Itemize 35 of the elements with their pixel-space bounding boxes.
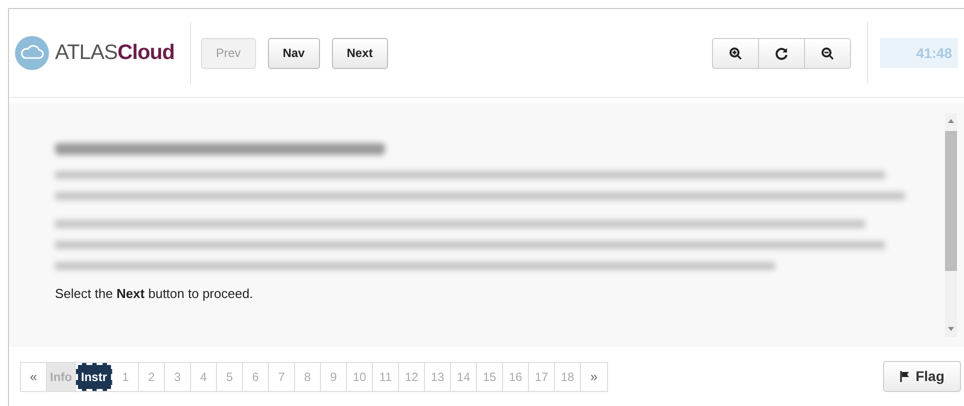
cloud-logo-icon [15, 36, 49, 70]
page-link[interactable]: 1 [113, 362, 140, 390]
last-page-link[interactable]: » [581, 362, 608, 390]
nav-button[interactable]: Next [332, 38, 388, 68]
scrollbar[interactable] [945, 113, 957, 337]
page-link[interactable]: 9 [321, 362, 348, 390]
zoom-in-icon [729, 46, 742, 60]
page-link[interactable]: 10 [347, 362, 374, 390]
flag-icon [900, 371, 910, 382]
page-link[interactable]: 7 [269, 362, 296, 390]
refresh-icon [775, 46, 788, 60]
zoom-out-icon [821, 46, 834, 60]
page-link[interactable]: 18 [555, 362, 582, 390]
page-link[interactable]: 3 [165, 362, 192, 390]
scrollbar-thumb[interactable] [945, 131, 957, 271]
page-link[interactable]: 6 [243, 362, 270, 390]
instruction-text: Select the Next button to proceed. [55, 285, 254, 303]
page-link[interactable]: 5 [217, 362, 244, 390]
page-link[interactable]: 12 [399, 362, 426, 390]
page-link[interactable]: 16 [503, 362, 530, 390]
page-link[interactable]: 11 [373, 362, 400, 390]
logo-text: ATLASCloud [55, 40, 174, 66]
page-link[interactable]: 2 [139, 362, 166, 390]
scroll-down-icon[interactable] [947, 325, 955, 333]
page-link[interactable]: 17 [529, 362, 556, 390]
page-link[interactable]: 13 [425, 362, 452, 390]
page-link[interactable]: Instr [76, 362, 114, 390]
page-link[interactable]: 4 [191, 362, 218, 390]
scroll-up-icon[interactable] [947, 117, 955, 125]
countdown-timer: 41:48 [880, 38, 958, 68]
page-link[interactable]: 8 [295, 362, 322, 390]
nav-button[interactable]: Nav [268, 38, 320, 68]
page-link[interactable]: 15 [477, 362, 504, 390]
flag-button[interactable]: Flag [883, 361, 961, 392]
page-link[interactable]: 14 [451, 362, 478, 390]
